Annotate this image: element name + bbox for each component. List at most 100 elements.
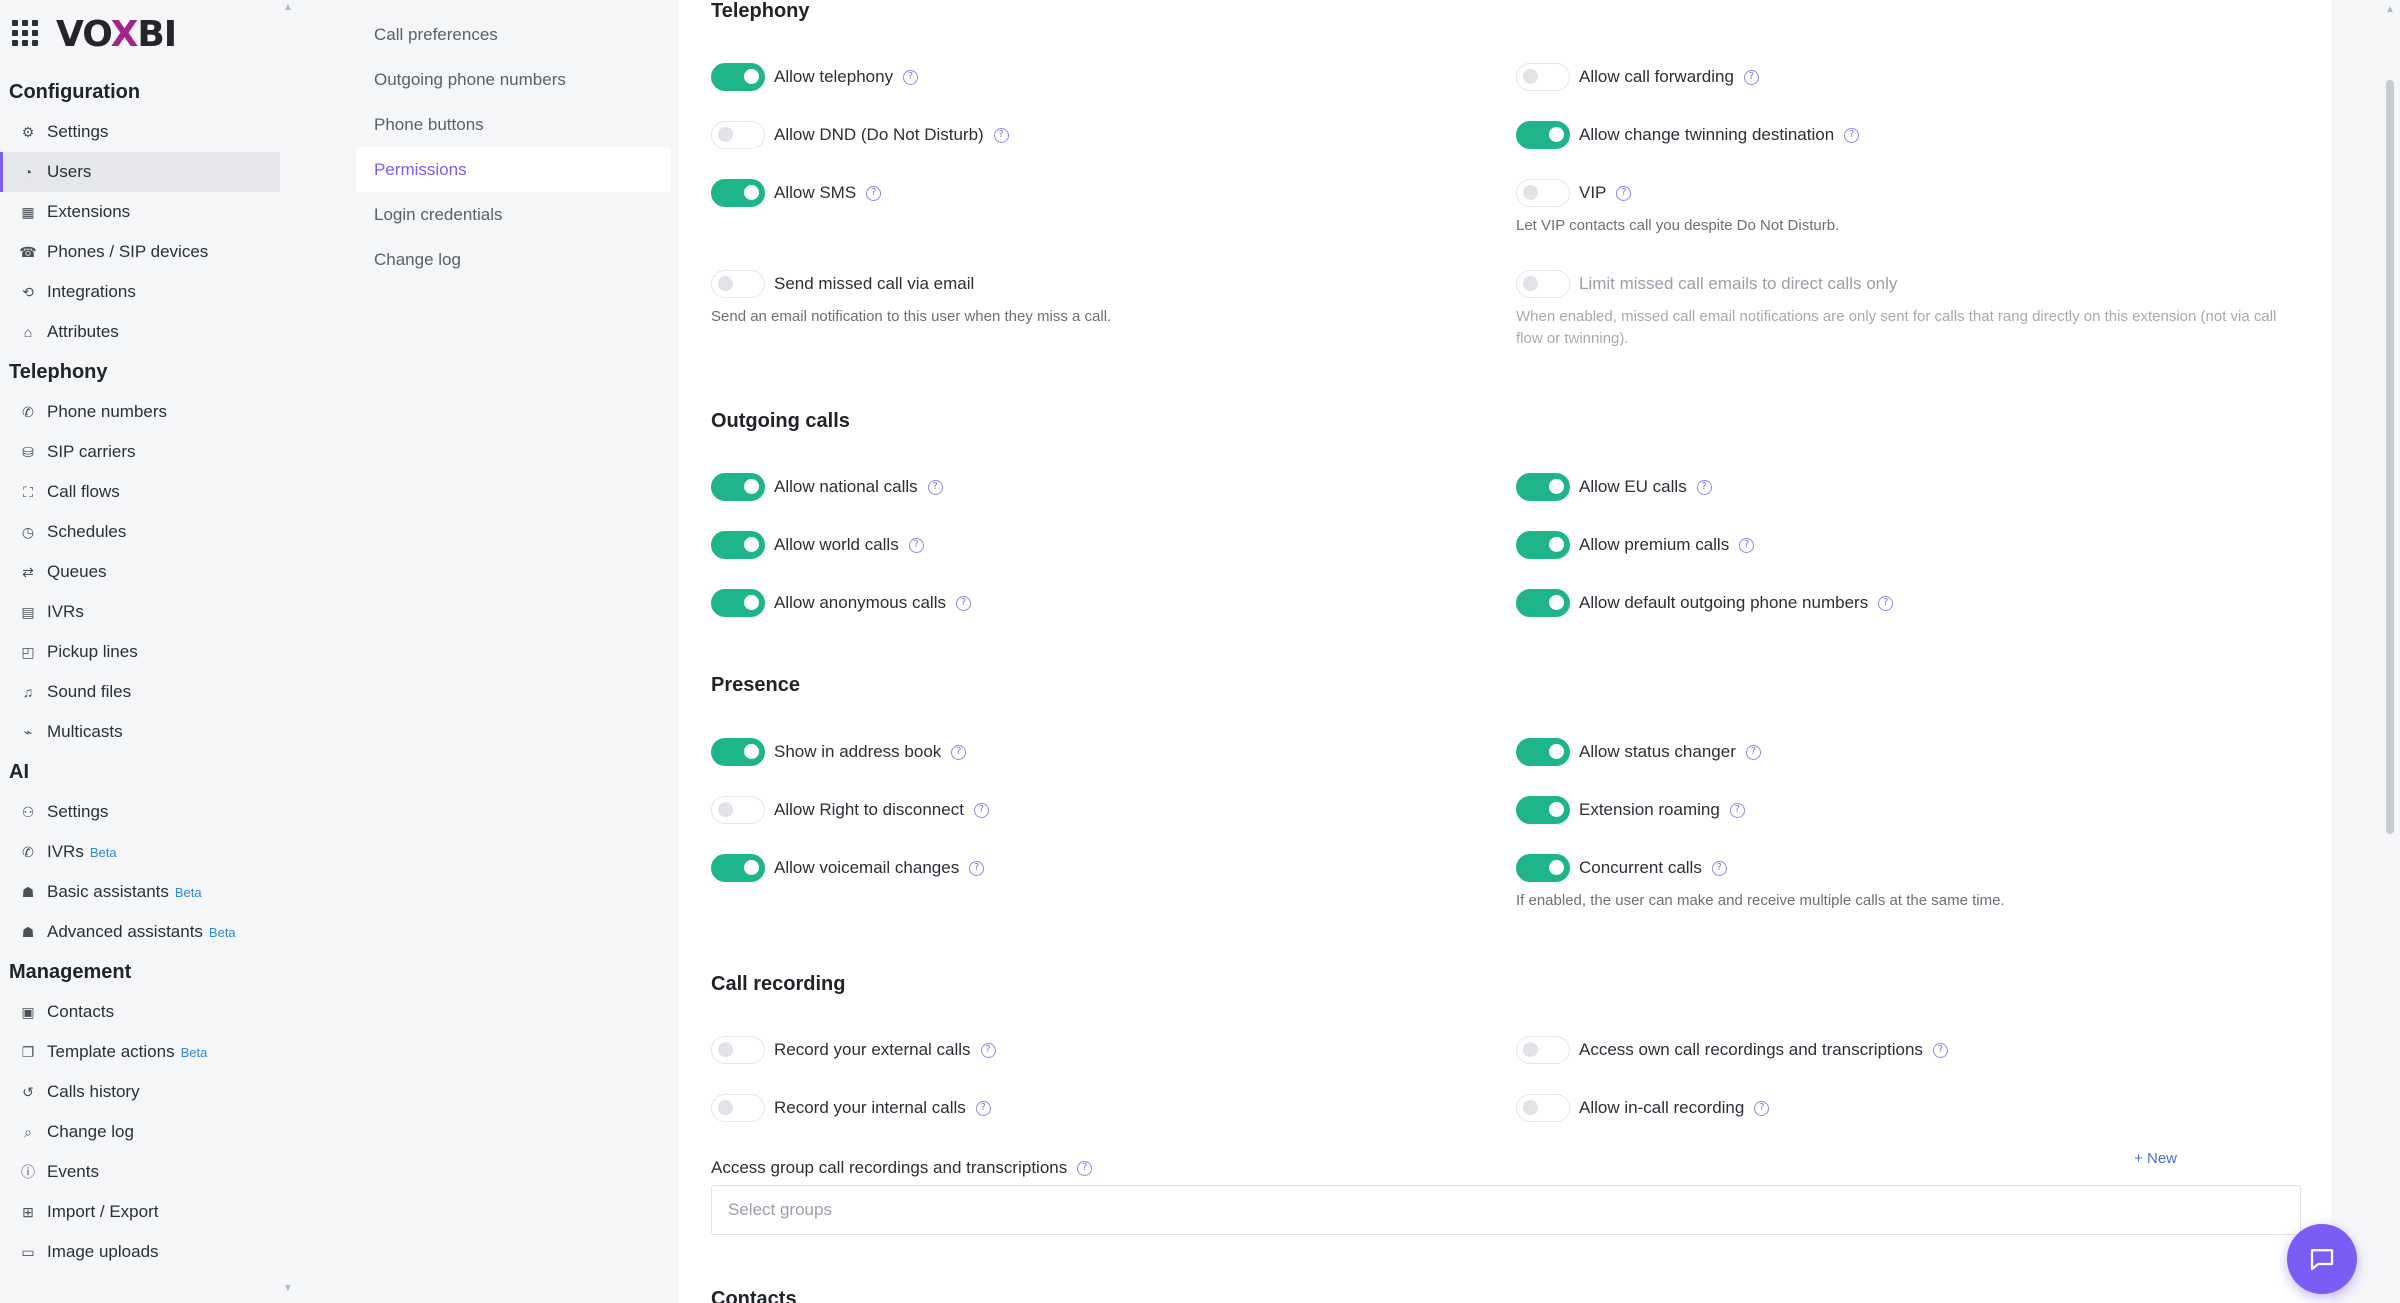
toggle-allow-premium-calls[interactable]	[1516, 531, 1570, 559]
sidebar-item-attributes[interactable]: ⌂ Attributes	[0, 312, 280, 352]
sidebar-item-basic-assistants[interactable]: ☗ Basic assistants Beta	[0, 872, 280, 912]
toggle-show-in-address-book[interactable]	[711, 738, 765, 766]
sidebar-item-template-actions[interactable]: ❐ Template actions Beta	[0, 1032, 280, 1072]
page-scrollbar[interactable]: ▲	[2380, 0, 2400, 1303]
toggle-vip[interactable]	[1516, 179, 1570, 207]
brand-logo[interactable]: VOXBI	[56, 14, 177, 55]
toggle-allow-dnd-do-not-disturb[interactable]	[711, 121, 765, 149]
sidebar-item-users[interactable]: ◔ Users	[0, 152, 280, 192]
sidebar-item-settings[interactable]: ⚇ Settings	[0, 792, 280, 832]
option-allow-eu-calls: Allow EU calls?	[1516, 472, 1712, 502]
help-icon[interactable]: ?	[980, 1042, 996, 1058]
toggle-allow-voicemail-changes[interactable]	[711, 854, 765, 882]
help-icon[interactable]: ?	[1878, 595, 1894, 611]
gear-icon: ⚙	[21, 123, 35, 140]
help-icon[interactable]: ?	[955, 595, 971, 611]
sidebar-item-queues[interactable]: ⇄ Queues	[0, 552, 280, 592]
help-icon[interactable]: ?	[1696, 479, 1712, 495]
sidebar-item-change-log[interactable]: ⌕ Change log	[0, 1112, 280, 1152]
help-icon[interactable]: ?	[1844, 127, 1860, 143]
sidebar-item-phones-sip-devices[interactable]: ☎ Phones / SIP devices	[0, 232, 280, 272]
broadcast-icon: ⌁	[23, 723, 33, 740]
help-icon[interactable]: ?	[903, 69, 919, 85]
scrollbar-thumb[interactable]	[2386, 80, 2394, 834]
chat-button[interactable]	[2287, 1224, 2357, 1294]
toggle-allow-right-to-disconnect[interactable]	[711, 796, 765, 824]
help-icon[interactable]: ?	[975, 1100, 991, 1116]
app-grid-icon[interactable]	[12, 20, 40, 48]
help-icon[interactable]: ?	[1616, 185, 1632, 201]
beta-badge: Beta	[174, 884, 202, 900]
toggle-access-own-call-recordings-and-transcriptions[interactable]	[1516, 1036, 1570, 1064]
help-icon[interactable]: ?	[1932, 1042, 1948, 1058]
sidebar-item-ivrs[interactable]: ▤ IVRs	[0, 592, 280, 632]
help-icon[interactable]: ?	[969, 860, 985, 876]
toggle-allow-in-call-recording[interactable]	[1516, 1094, 1570, 1122]
select-groups-input[interactable]: Select groups	[711, 1185, 2301, 1235]
sidebar-item-contacts[interactable]: ▣ Contacts	[0, 992, 280, 1032]
toggle-allow-sms[interactable]	[711, 179, 765, 207]
help-icon[interactable]: ?	[866, 185, 882, 201]
toggle-extension-roaming[interactable]	[1516, 796, 1570, 824]
help-icon[interactable]: ?	[993, 127, 1009, 143]
sidebar-item-sip-carriers[interactable]: ⛁ SIP carriers	[0, 432, 280, 472]
option-allow-right-to-disconnect: Allow Right to disconnect?	[711, 795, 989, 825]
sidebar-item-schedules[interactable]: ◷ Schedules	[0, 512, 280, 552]
toggle-allow-change-twinning-destination[interactable]	[1516, 121, 1570, 149]
robot-icon: ☗	[21, 923, 35, 940]
subnav-item-change-log[interactable]: Change log	[356, 237, 671, 282]
help-icon[interactable]: ?	[951, 744, 967, 760]
help-icon[interactable]: ?	[973, 802, 989, 818]
sidebar-item-events[interactable]: ⓘ Events	[0, 1152, 280, 1192]
ai-ivr-icon: ✆	[22, 843, 34, 860]
subnav-item-login-credentials[interactable]: Login credentials	[356, 192, 671, 237]
sidebar-item-call-flows[interactable]: ⛶ Call flows	[0, 472, 280, 512]
help-icon[interactable]: ?	[1745, 744, 1761, 760]
toggle-allow-national-calls[interactable]	[711, 473, 765, 501]
toggle-concurrent-calls[interactable]	[1516, 854, 1570, 882]
toggle-allow-anonymous-calls[interactable]	[711, 589, 765, 617]
help-icon[interactable]: ?	[1729, 802, 1745, 818]
section-title-presence: Presence	[711, 674, 800, 696]
sidebar-item-extensions[interactable]: ▦ Extensions	[0, 192, 280, 232]
option-send-missed-call-via-email: Send missed call via email	[711, 269, 974, 299]
help-icon[interactable]: ?	[1743, 69, 1759, 85]
sidebar-item-multicasts[interactable]: ⌁ Multicasts	[0, 712, 280, 752]
sidebar-item-integrations[interactable]: ⟲ Integrations	[0, 272, 280, 312]
help-icon[interactable]: ?	[908, 537, 924, 553]
sidebar-item-settings[interactable]: ⚙ Settings	[0, 112, 280, 152]
subnav-item-permissions[interactable]: Permissions	[356, 147, 671, 192]
toggle-allow-eu-calls[interactable]	[1516, 473, 1570, 501]
subnav-item-outgoing-phone-numbers[interactable]: Outgoing phone numbers	[356, 57, 671, 102]
sidebar-scroll-down-icon[interactable]: ▼	[283, 1283, 293, 1294]
toggle-allow-call-forwarding[interactable]	[1516, 63, 1570, 91]
sidebar-item-import-export[interactable]: ⊞ Import / Export	[0, 1192, 280, 1232]
new-group-link[interactable]: + New	[2134, 1150, 2177, 1167]
toggle-allow-default-outgoing-phone-numbers[interactable]	[1516, 589, 1570, 617]
nav-group-title: Configuration	[9, 81, 141, 103]
sidebar-item-phone-numbers[interactable]: ✆ Phone numbers	[0, 392, 280, 432]
sidebar-item-sound-files[interactable]: ♫ Sound files	[0, 672, 280, 712]
scroll-up-icon[interactable]: ▲	[2385, 4, 2395, 15]
help-icon[interactable]: ?	[1754, 1100, 1770, 1116]
toggle-record-your-internal-calls[interactable]	[711, 1094, 765, 1122]
help-icon[interactable]: ?	[1739, 537, 1755, 553]
option-label: Record your external calls	[774, 1040, 971, 1059]
help-icon[interactable]: ?	[1711, 860, 1727, 876]
toggle-allow-world-calls[interactable]	[711, 531, 765, 559]
subnav-item-phone-buttons[interactable]: Phone buttons	[356, 102, 671, 147]
sidebar-scroll-up-icon[interactable]: ▲	[283, 2, 293, 13]
help-icon[interactable]: ?	[1077, 1160, 1093, 1176]
sidebar-item-pickup-lines[interactable]: ◰ Pickup lines	[0, 632, 280, 672]
toggle-allow-status-changer[interactable]	[1516, 738, 1570, 766]
sidebar-item-calls-history[interactable]: ↺ Calls history	[0, 1072, 280, 1112]
toggle-allow-telephony[interactable]	[711, 63, 765, 91]
sidebar-item-image-uploads[interactable]: ▭ Image uploads	[0, 1232, 280, 1272]
toggle-record-your-external-calls[interactable]	[711, 1036, 765, 1064]
sidebar-item-ivrs[interactable]: ✆ IVRs Beta	[0, 832, 280, 872]
sidebar-item-advanced-assistants[interactable]: ☗ Advanced assistants Beta	[0, 912, 280, 952]
sidebar-item-label: Attributes	[47, 322, 119, 341]
help-icon[interactable]: ?	[927, 479, 943, 495]
toggle-send-missed-call-via-email[interactable]	[711, 270, 765, 298]
subnav-item-call-preferences[interactable]: Call preferences	[356, 12, 671, 57]
